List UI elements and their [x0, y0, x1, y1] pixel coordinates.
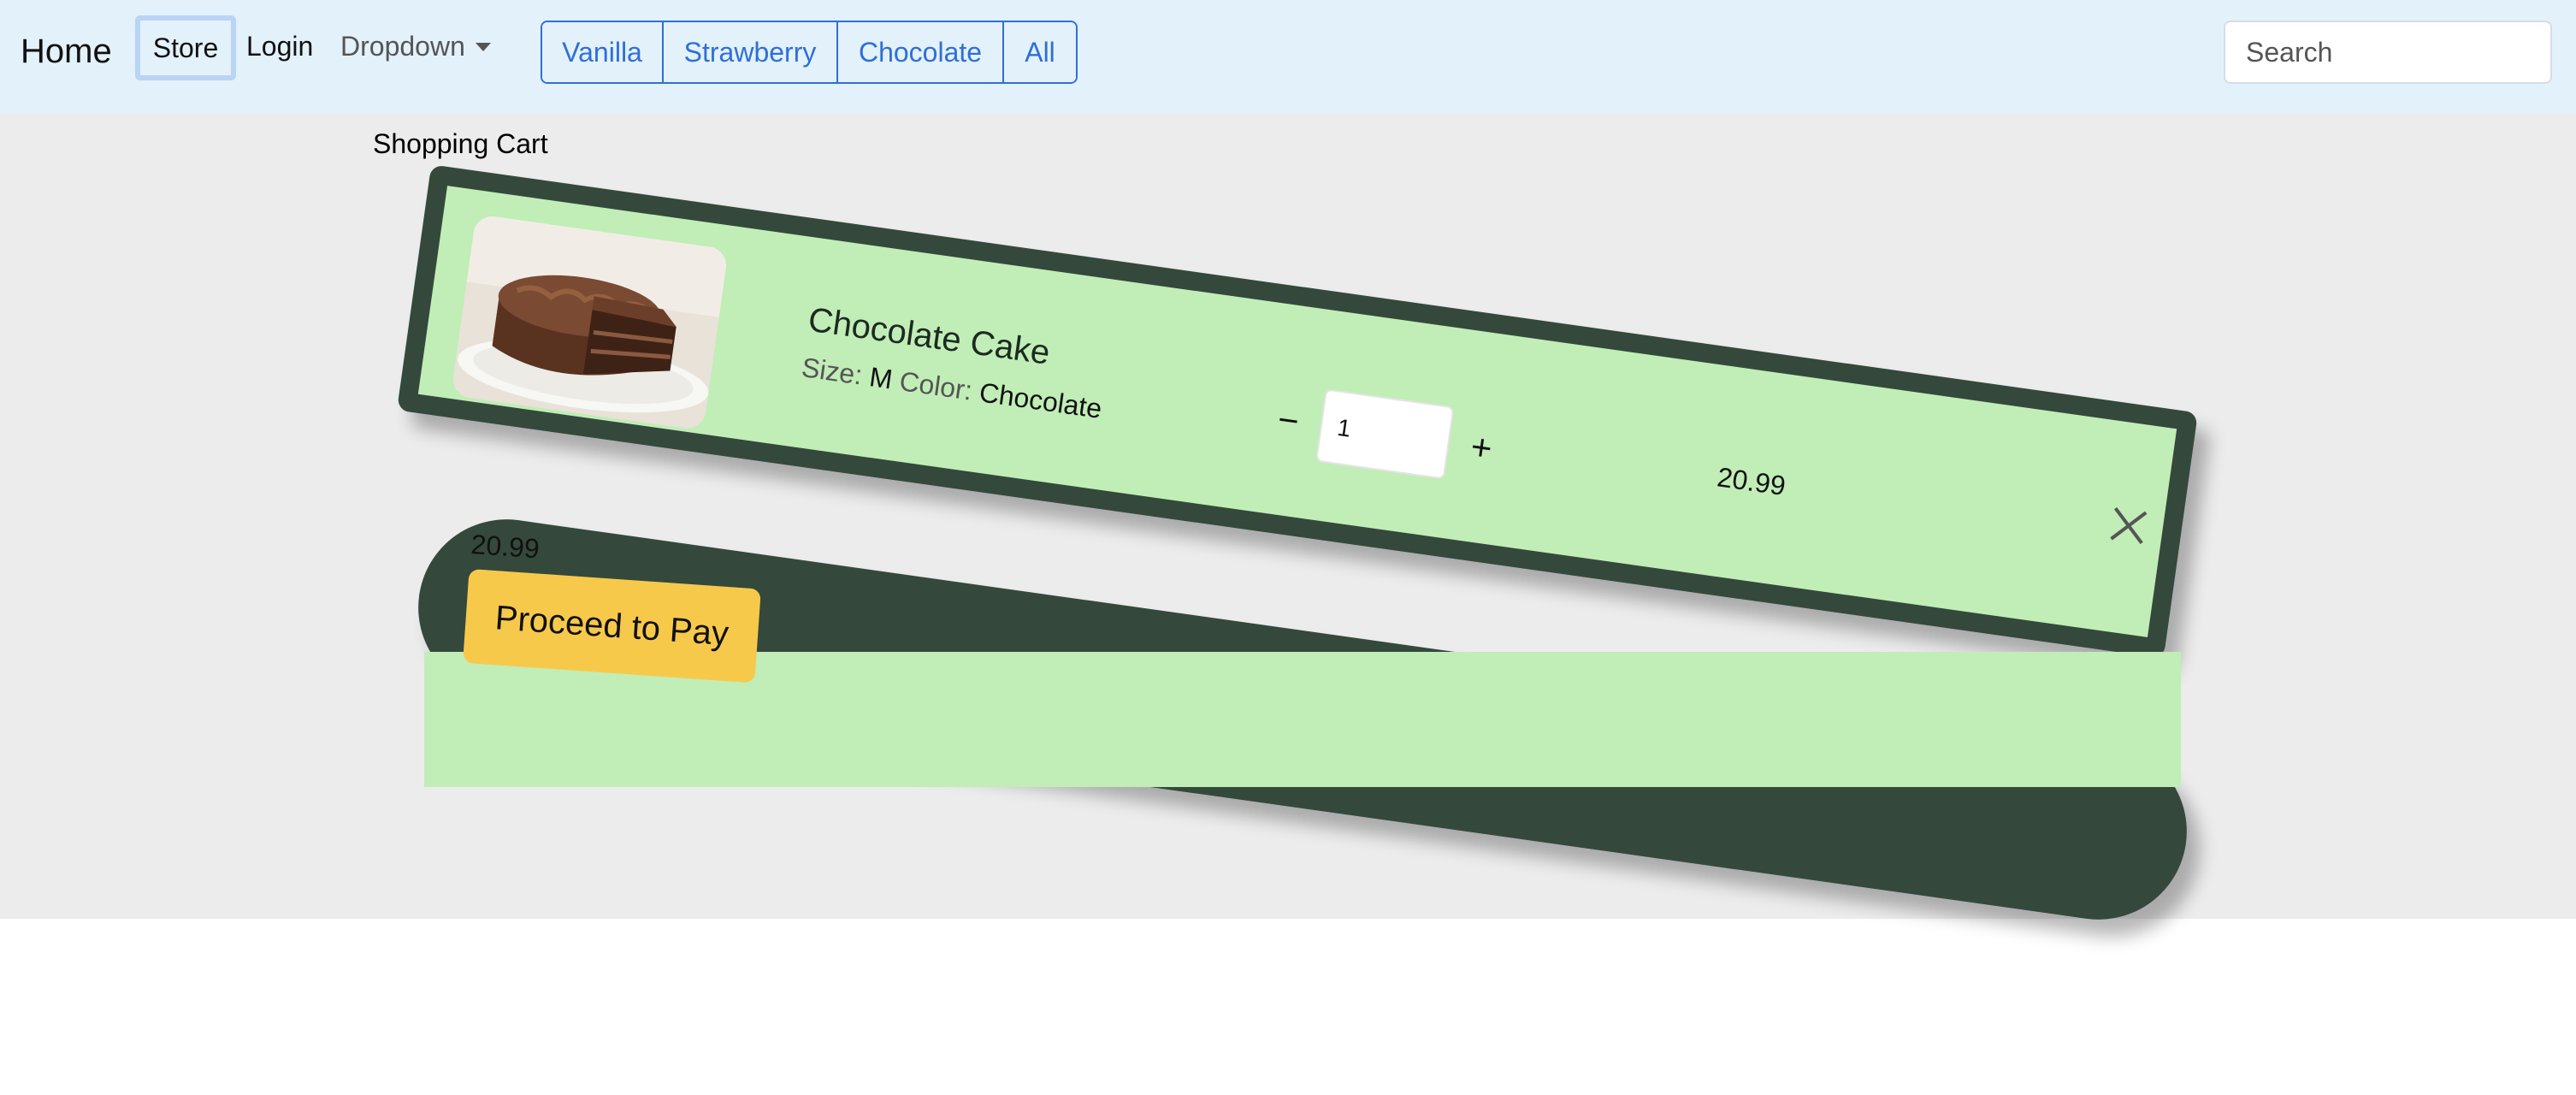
chocolate-cake-image	[451, 214, 729, 431]
login-link[interactable]: Login	[246, 31, 313, 62]
decrease-quantity-button[interactable]: −	[1267, 399, 1309, 441]
home-link[interactable]: Home	[21, 33, 112, 71]
remove-item-button[interactable]	[2101, 499, 2155, 553]
filter-all-button[interactable]: All	[1004, 22, 1076, 82]
color-value: Chocolate	[977, 376, 1104, 424]
size-label: Size:	[800, 352, 865, 391]
filter-chocolate-button[interactable]: Chocolate	[838, 22, 1004, 82]
store-link[interactable]: Store	[135, 15, 236, 80]
color-label: Color:	[897, 365, 975, 406]
product-variant: Size: M Color: Chocolate	[800, 352, 1104, 425]
page-title: Shopping Cart	[373, 128, 548, 159]
product-image	[451, 214, 729, 431]
quantity-input[interactable]: 1	[1315, 388, 1455, 480]
filter-vanilla-button[interactable]: Vanilla	[542, 22, 664, 82]
dropdown-toggle[interactable]: Dropdown	[340, 31, 491, 62]
filter-strawberry-button[interactable]: Strawberry	[664, 22, 838, 82]
cart-summary-content: 20.99 Proceed to Pay	[463, 529, 764, 684]
flavor-filter-group: Vanilla Strawberry Chocolate All	[541, 21, 1078, 84]
dropdown-label: Dropdown	[340, 31, 465, 62]
close-icon	[2110, 507, 2148, 545]
increase-quantity-button[interactable]: +	[1460, 426, 1502, 469]
item-price: 20.99	[1715, 461, 1787, 502]
navbar: Home Store Login Dropdown Vanilla Strawb…	[0, 0, 2576, 113]
quantity-stepper: − 1 +	[1265, 382, 1505, 487]
search-input[interactable]	[2224, 21, 2552, 84]
size-value: M	[867, 361, 895, 395]
caret-down-icon	[475, 42, 491, 51]
